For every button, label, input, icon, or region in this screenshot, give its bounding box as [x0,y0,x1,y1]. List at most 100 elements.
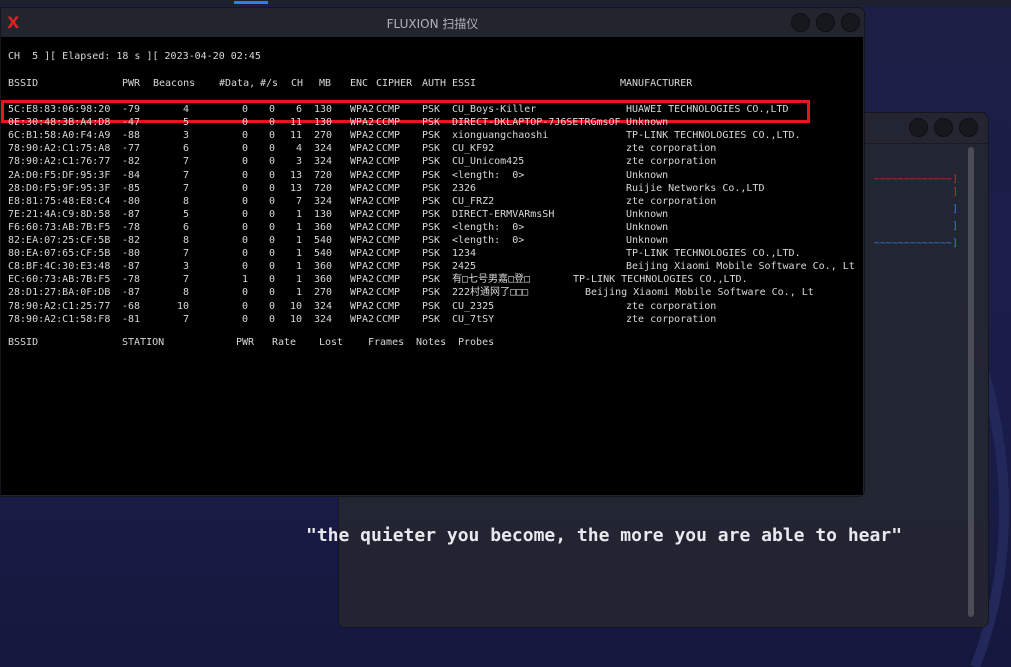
ap-cell: 324 [313,313,332,325]
ap-cell: 2A:D0:F5:DF:95:3F [8,169,111,181]
column-header: MB [319,78,332,89]
station-column-header: Notes [416,337,447,348]
ap-cell: WPA2 [350,169,375,181]
terminal-output[interactable]: CH 5 ][ Elapsed: 18 s ][ 2023-04-20 02:4… [1,37,863,495]
ap-cell: 10 [176,300,189,312]
ap-cell: 720 [313,169,332,181]
ap-cell: 0 [241,300,248,312]
station-column-header: BSSID [8,337,39,348]
station-column-header: PWR [236,337,255,348]
ap-cell: 11 [289,117,302,129]
ap-cell: 0 [268,208,275,220]
ap-cell: 6 [182,143,189,155]
ap-cell: Unknown [626,169,669,181]
wallpaper-quote: "the quieter you become, the more you ar… [306,525,903,546]
column-header: #Data, [219,78,256,89]
ap-cell: 0 [241,261,248,273]
ap-cell: C8:BF:4C:30:E3:48 [8,261,111,273]
ap-cell: F6:60:73:AB:7B:F5 [8,221,111,233]
ap-cell: 10 [289,313,302,325]
ap-cell: WPA2 [350,104,375,115]
ap-cell: 7 [182,169,189,181]
station-column-header: Lost [319,337,344,348]
ap-cell: WPA2 [350,221,375,233]
ap-cell: zte corporation [626,156,717,168]
ap-cell: CCMP [376,104,401,115]
fluxion-scanner-window[interactable]: X FLUXION 扫描仪 CH 5 ][ Elapsed: 18 s ][ 2… [0,7,865,497]
close-button[interactable] [959,118,978,137]
ap-cell: 1 [295,261,302,273]
ap-cell: 0 [268,287,275,299]
ap-cell: 324 [313,156,332,168]
ap-cell: 0 [241,287,248,299]
maximize-button[interactable] [934,118,953,137]
column-header: CIPHER [376,78,413,89]
close-button[interactable] [841,13,860,32]
ap-cell: 1 [295,208,302,220]
ap-cell: WPA2 [350,195,375,207]
ap-cell: 0 [268,235,275,246]
ap-cell: CU_KF92 [452,143,495,155]
status-line: CH 5 ][ Elapsed: 18 s ][ 2023-04-20 02:4… [8,51,261,62]
ap-cell: 78:90:A2:C1:25:77 [8,300,111,312]
ap-cell: PSK [422,235,441,246]
title-bar[interactable]: X FLUXION 扫描仪 [1,8,864,37]
ap-cell: PSK [422,195,441,207]
ap-cell: 10 [289,300,302,312]
ap-cell: 5 [182,117,189,129]
ap-cell: PSK [422,287,441,299]
column-header: PWR [122,78,141,89]
column-header: ESSI [452,78,477,89]
ap-cell: PSK [422,143,441,155]
ap-cell: 8 [182,235,189,246]
maximize-button[interactable] [816,13,835,32]
ap-cell: 130 [313,117,332,129]
ap-cell: 2326 [452,182,477,194]
ap-cell: <length: 0> [452,169,525,181]
log-bracket: ] [951,187,958,198]
ap-cell: 5 [182,208,189,220]
minimize-button[interactable] [909,118,928,137]
station-column-header: Rate [272,337,297,348]
ap-cell: 0 [268,221,275,233]
ap-cell: 7E:21:4A:C9:8D:58 [8,208,111,220]
ap-cell: 0 [268,300,275,312]
ap-cell: WPA2 [350,300,375,312]
ap-cell: CCMP [376,156,401,168]
ap-cell: CCMP [376,195,401,207]
ap-cell: Unknown [626,221,669,233]
ap-cell: 78:90:A2:C1:58:F8 [8,313,111,325]
ap-cell: Unknown [626,117,669,129]
ap-cell: 有□七号男嘉□登□ [452,274,531,286]
log-bracket: ] [951,221,958,232]
ap-cell: 0 [268,195,275,207]
ap-cell: 540 [313,248,332,260]
ap-cell: WPA2 [350,235,375,246]
ap-cell: 82:EA:07:25:CF:5B [8,235,111,246]
ap-cell: 324 [313,143,332,155]
ap-cell: WPA2 [350,248,375,260]
minimize-button[interactable] [791,13,810,32]
ap-cell: CCMP [376,261,401,273]
ap-cell: PSK [422,274,441,286]
ap-cell: WPA2 [350,313,375,325]
ap-cell: WPA2 [350,261,375,273]
ap-cell: 7 [182,313,189,325]
ap-cell: 8 [182,195,189,207]
ap-cell: 1 [295,248,302,260]
station-column-header: STATION [122,337,165,348]
ap-cell: 0 [241,248,248,260]
column-header: MANUFACTURER [620,78,693,89]
window-title: FLUXION 扫描仪 [386,17,479,31]
ap-cell: PSK [422,300,441,312]
ap-cell: 540 [313,235,332,246]
ap-cell: -47 [122,117,141,129]
column-header: ENC [350,78,369,89]
ap-cell: PSK [422,248,441,260]
ap-cell: zte corporation [626,300,717,312]
ap-cell: PSK [422,130,441,142]
ap-cell: 7 [182,182,189,194]
ap-cell: Ruijie Networks Co.,LTD [626,182,765,194]
scrollbar[interactable] [968,147,974,617]
ap-cell: 6C:B1:58:A0:F4:A9 [8,130,111,142]
